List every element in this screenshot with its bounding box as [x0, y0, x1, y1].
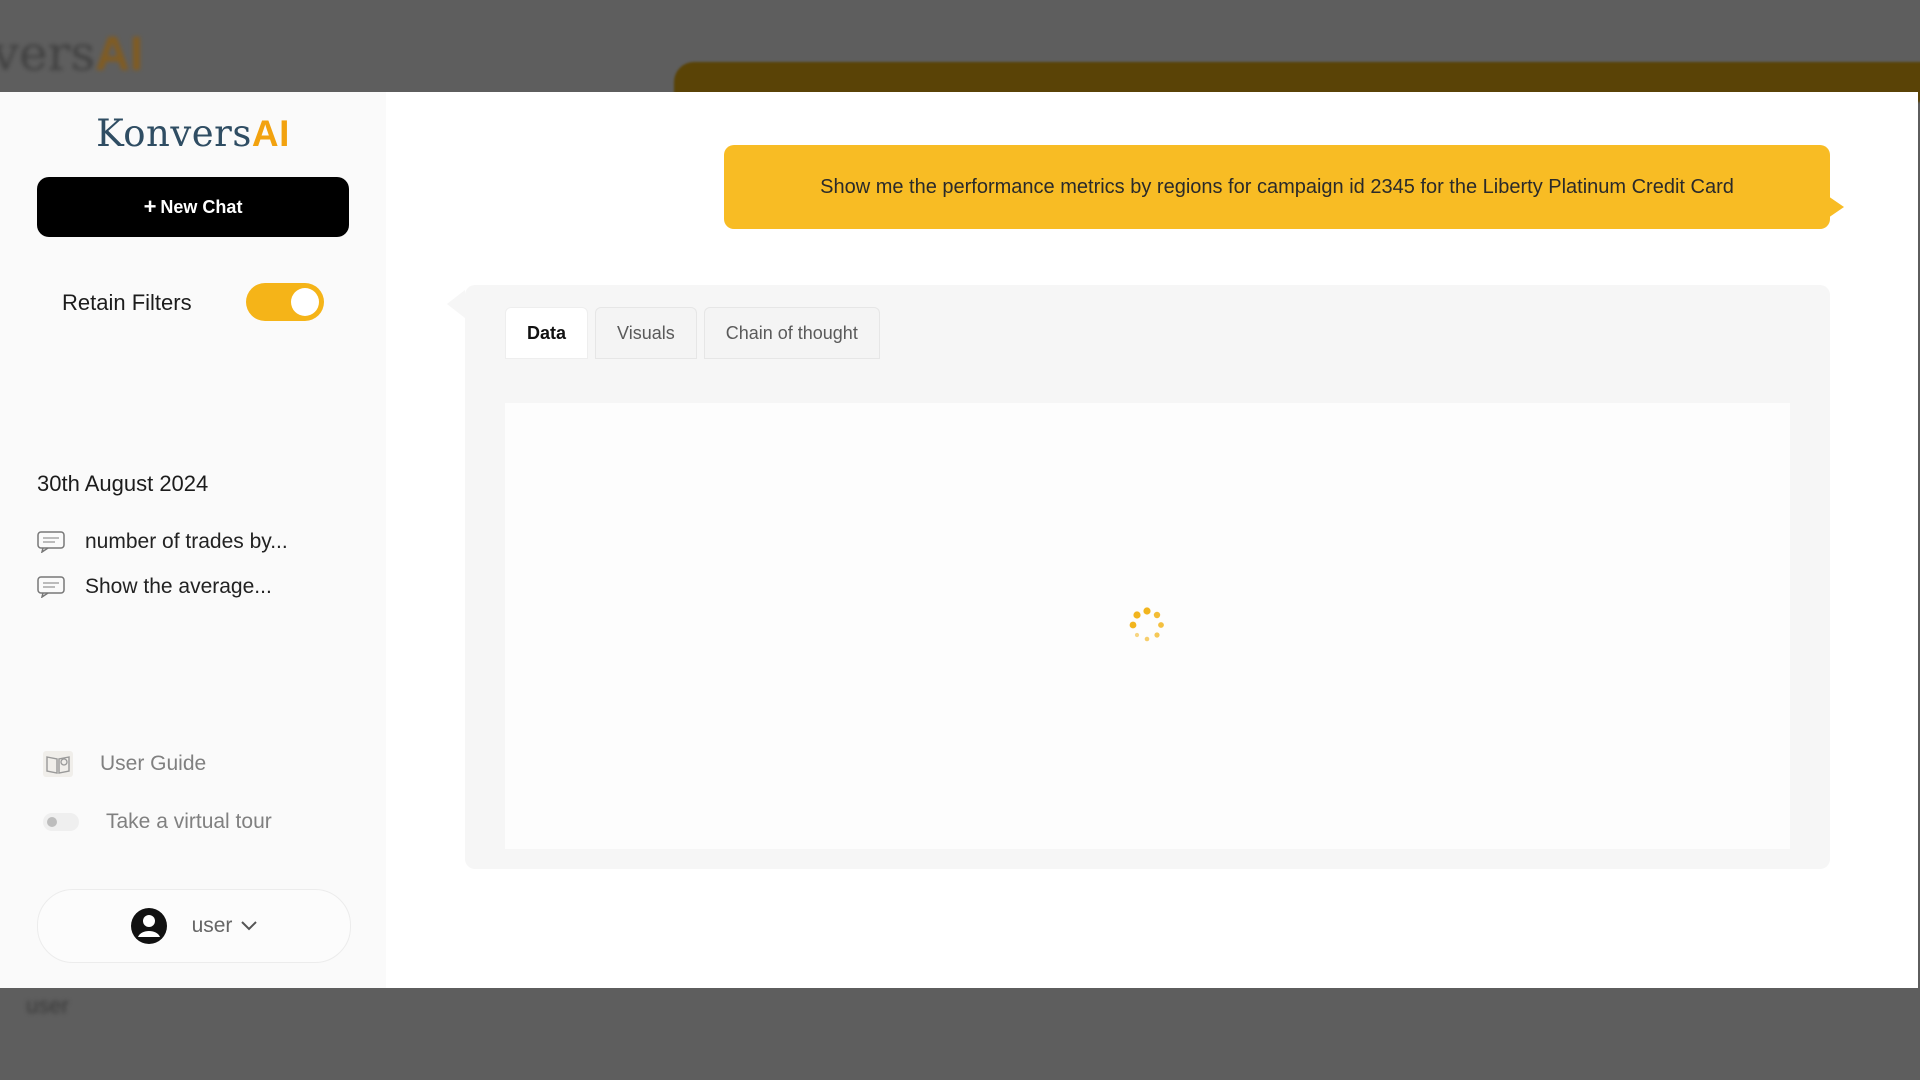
toggle-knob: [47, 817, 57, 827]
user-message-bubble: Show me the performance metrics by regio…: [724, 145, 1830, 229]
user-guide-link[interactable]: User Guide: [43, 751, 206, 777]
new-chat-label: New Chat: [160, 196, 243, 217]
chevron-down-icon: [241, 921, 258, 931]
virtual-tour-label: Take a virtual tour: [106, 810, 272, 833]
response-tail: [447, 290, 465, 318]
virtual-tour-toggle[interactable]: [43, 813, 79, 831]
tab-chain-of-thought[interactable]: Chain of thought: [703, 307, 880, 359]
chat-bubble-icon: [37, 576, 65, 598]
book-icon: [43, 751, 73, 777]
app-logo: KonversAI: [96, 112, 290, 155]
loading-spinner-icon: [1129, 607, 1164, 642]
user-guide-label: User Guide: [100, 752, 207, 775]
user-message-tail: [1828, 196, 1844, 218]
user-name: user: [191, 914, 233, 937]
toggle-knob: [291, 288, 319, 316]
background-logo: versAI: [0, 26, 144, 82]
retain-filters-toggle[interactable]: [246, 283, 324, 321]
history-item[interactable]: Show the average...: [37, 575, 272, 599]
response-tabs: Data Visuals Chain of thought: [505, 307, 887, 359]
tab-data[interactable]: Data: [505, 307, 589, 359]
history-item-label: Show the average...: [85, 575, 272, 598]
plus-icon: +: [143, 194, 157, 219]
history-item-label: number of trades by...: [85, 530, 288, 553]
new-chat-button[interactable]: + New Chat: [37, 177, 349, 237]
tab-visuals[interactable]: Visuals: [595, 307, 697, 359]
user-menu-button[interactable]: user: [37, 889, 351, 963]
user-avatar-icon: [130, 908, 167, 944]
virtual-tour-link[interactable]: Take a virtual tour: [43, 810, 272, 834]
history-item[interactable]: number of trades by...: [37, 530, 288, 554]
user-message-text: Show me the performance metrics by regio…: [820, 175, 1734, 198]
history-date-heading: 30th August 2024: [37, 471, 209, 496]
sidebar: KonversAI + New Chat Retain Filters 30th…: [0, 92, 386, 988]
background-user-label: user: [26, 993, 69, 1018]
chat-bubble-icon: [37, 531, 65, 553]
response-card: Data Visuals Chain of thought: [465, 285, 1830, 869]
retain-filters-label: Retain Filters: [62, 290, 192, 315]
app-window: KonversAI + New Chat Retain Filters 30th…: [0, 92, 1918, 988]
response-content-panel: [505, 403, 1790, 849]
